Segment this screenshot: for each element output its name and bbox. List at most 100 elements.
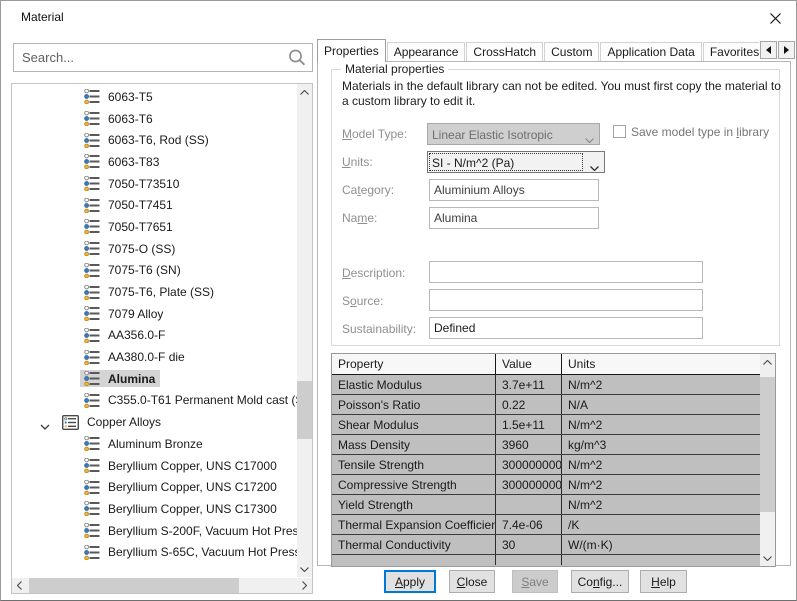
search-box <box>13 43 313 72</box>
tree-material-row[interactable]: Alumina <box>12 368 297 390</box>
units-label: Units: <box>342 155 373 169</box>
material-properties-group: Material properties Materials in the def… <box>331 69 780 346</box>
tab-scroll-right-icon[interactable] <box>778 41 795 59</box>
scrollbar-thumb[interactable] <box>297 381 312 439</box>
table-row[interactable]: Shear Modulus1.5e+11N/m^2 <box>332 415 760 435</box>
source-field[interactable] <box>429 289 703 311</box>
table-cell-property: Elastic Modulus <box>332 375 496 394</box>
scroll-up-icon[interactable] <box>297 84 312 100</box>
table-vertical-scrollbar[interactable] <box>760 354 775 566</box>
tree-item-label: 6063-T6, Rod (SS) <box>108 133 209 147</box>
table-row[interactable]: Thermal Conductivity30W/(m·K) <box>332 535 760 555</box>
tree-material-row[interactable]: 6063-T83 <box>12 151 297 173</box>
table-row[interactable]: Thermal Expansion Coefficient7.4e-06/K <box>332 515 760 535</box>
table-cell-units: N/m^2 <box>562 415 760 434</box>
category-field[interactable] <box>429 179 599 201</box>
table-cell-property: Thermal Conductivity <box>332 535 496 554</box>
scrollbar-thumb[interactable] <box>29 578 239 593</box>
tree-material-row[interactable]: Beryllium Copper, UNS C17000 <box>12 455 297 477</box>
tree-material-row[interactable]: 7075-O (SS) <box>12 238 297 260</box>
tree-item-label: AA356.0-F <box>108 328 165 342</box>
tab-crosshatch[interactable]: CrossHatch <box>466 42 543 62</box>
column-header[interactable]: Property <box>332 354 496 374</box>
scrollbar-thumb[interactable] <box>760 377 775 512</box>
config-button[interactable]: Config... <box>571 570 629 593</box>
tab-application-data[interactable]: Application Data <box>600 42 701 62</box>
save-model-type-label: Save model type in library <box>631 125 769 139</box>
save-model-type-checkbox <box>613 125 626 138</box>
tab-scroll-left-icon[interactable] <box>760 41 777 59</box>
material-icon <box>84 285 100 300</box>
table-row[interactable]: Elastic Modulus3.7e+11N/m^2 <box>332 375 760 395</box>
material-icon <box>84 501 100 516</box>
help-button[interactable]: Help <box>640 570 687 593</box>
table-row[interactable]: Poisson's Ratio0.22N/A <box>332 395 760 415</box>
tree-vertical-scrollbar[interactable] <box>297 84 312 577</box>
tree-material-row[interactable]: Beryllium Copper, UNS C17200 <box>12 476 297 498</box>
tree-material-row[interactable]: 7075-T6 (SN) <box>12 260 297 282</box>
table-row[interactable]: Mass Density3960kg/m^3 <box>332 435 760 455</box>
column-header[interactable]: Value <box>496 354 562 374</box>
sustainability-field[interactable] <box>429 317 703 339</box>
scroll-down-icon[interactable] <box>760 550 775 566</box>
table-header-row: PropertyValueUnits <box>332 354 760 375</box>
tree-horizontal-scrollbar[interactable] <box>12 578 312 593</box>
description-label: Description: <box>342 266 405 280</box>
tree-material-row[interactable]: 7050-T73510 <box>12 173 297 195</box>
chevron-down-icon <box>585 132 594 146</box>
search-input[interactable] <box>22 45 280 70</box>
tab-appearance[interactable]: Appearance <box>387 42 466 62</box>
table-row[interactable]: Tensile Strength300000000N/m^2 <box>332 455 760 475</box>
chevron-expanded-icon[interactable] <box>40 419 50 433</box>
material-icon <box>84 480 100 495</box>
tree-material-row[interactable]: Beryllium Copper, UNS C17300 <box>12 498 297 520</box>
tree-material-row[interactable]: Aluminum Bronze <box>12 433 297 455</box>
tree-material-row[interactable]: C355.0-T61 Permanent Mold cast (SS) <box>12 390 297 412</box>
tree-material-row[interactable]: 6063-T6, Rod (SS) <box>12 129 297 151</box>
tree-material-row[interactable]: Beryllium S-65C, Vacuum Hot Pressed <box>12 541 297 563</box>
table-cell-units: N/m^2 <box>562 455 760 474</box>
scroll-right-icon[interactable] <box>297 578 312 593</box>
scroll-up-icon[interactable] <box>760 354 775 370</box>
units-dropdown[interactable]: SI - N/m^2 (Pa) <box>427 151 605 173</box>
tree-material-row[interactable]: 7075-T6, Plate (SS) <box>12 281 297 303</box>
material-icon <box>84 133 100 148</box>
tree-item-label: Beryllium Copper, UNS C17200 <box>108 480 277 494</box>
tree-material-row[interactable]: 6063-T5 <box>12 86 297 108</box>
tree-material-row[interactable]: AA356.0-F <box>12 325 297 347</box>
tree-material-row[interactable]: 7079 Alloy <box>12 303 297 325</box>
material-icon <box>84 545 100 560</box>
table-cell-units: N/m^2 <box>562 475 760 494</box>
table-cell-property: Mass Density <box>332 435 496 454</box>
tree-item-label: 7075-T6 (SN) <box>108 263 181 277</box>
tab-favorites[interactable]: Favorites <box>703 42 759 62</box>
tab-custom[interactable]: Custom <box>544 42 599 62</box>
tree-material-row[interactable]: Beryllium S-200F, Vacuum Hot Pressed <box>12 520 297 542</box>
table-cell-value: 1.5e+11 <box>496 415 562 434</box>
tree-category-row[interactable]: Copper Alloys <box>12 411 297 433</box>
close-button[interactable]: Close <box>449 570 495 593</box>
tree-item-label: 7075-T6, Plate (SS) <box>108 285 214 299</box>
column-header[interactable]: Units <box>562 354 760 374</box>
tree-material-row[interactable]: 6063-T6 <box>12 108 297 130</box>
tree-material-row[interactable]: 7050-T7651 <box>12 216 297 238</box>
close-button[interactable] <box>764 8 786 28</box>
name-field[interactable] <box>429 207 599 229</box>
material-category-icon <box>62 415 79 430</box>
scroll-down-icon[interactable] <box>297 561 312 577</box>
scroll-left-icon[interactable] <box>12 578 27 593</box>
tab-properties[interactable]: Properties <box>317 39 386 62</box>
material-tree-list: 6063-T5 6063-T6 6063-T6, Rod (SS) 6063-T… <box>11 83 313 594</box>
table-cell-units: kg/m^3 <box>562 435 760 454</box>
apply-button[interactable]: Apply <box>384 570 436 593</box>
table-row[interactable]: Yield StrengthN/m^2 <box>332 495 760 515</box>
material-icon <box>84 263 100 278</box>
tree-material-row[interactable]: AA380.0-F die <box>12 346 297 368</box>
table-row[interactable]: Compressive Strength3000000000N/m^2 <box>332 475 760 495</box>
material-icon <box>84 219 100 234</box>
tab-bar: PropertiesAppearanceCrossHatchCustomAppl… <box>317 39 759 62</box>
table-cell-property: Tensile Strength <box>332 455 496 474</box>
tree-material-row[interactable]: 7050-T7451 <box>12 194 297 216</box>
description-field[interactable] <box>429 261 703 283</box>
property-table: PropertyValueUnitsElastic Modulus3.7e+11… <box>331 353 776 567</box>
